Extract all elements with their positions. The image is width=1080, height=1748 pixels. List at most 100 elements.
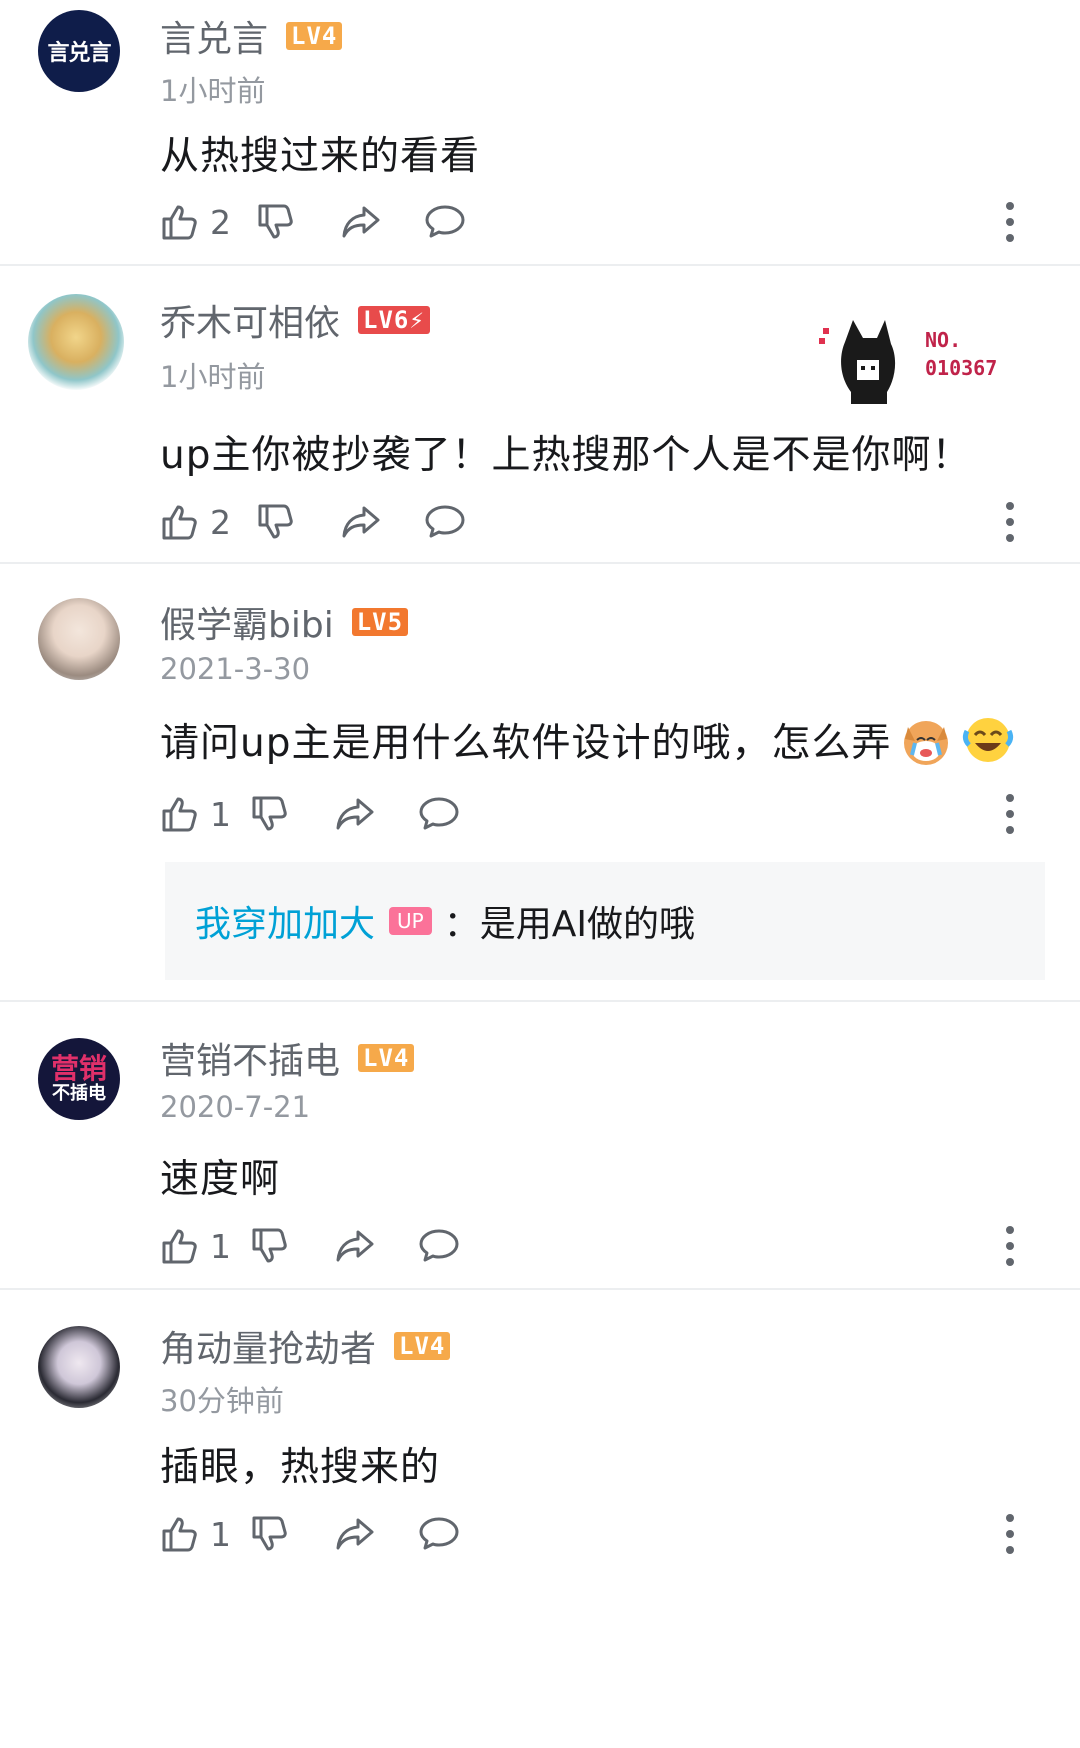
action-bar: 2 <box>160 498 1040 546</box>
more-vertical-icon[interactable] <box>1004 1514 1016 1554</box>
comment-text: 从热搜过来的看看 <box>160 134 481 179</box>
more-vertical-icon[interactable] <box>1004 502 1016 542</box>
comment-time: 1小时前 <box>160 74 266 108</box>
comment-item: 言兑言 言兑言 LV4 1小时前 从热搜过来的看看 2 <box>0 0 1080 266</box>
like-button[interactable]: 1 <box>160 790 231 838</box>
share-icon <box>342 206 380 238</box>
username-row: 假学霸bibi LV5 <box>160 600 409 646</box>
action-bar: 1 <box>160 1222 1040 1270</box>
share-button[interactable] <box>340 198 382 246</box>
username[interactable]: 角动量抢劫者 <box>160 1320 376 1372</box>
share-icon <box>336 1230 374 1262</box>
action-bar: 2 <box>160 198 1040 246</box>
comment-text: 插眼，热搜来的 <box>160 1445 441 1490</box>
avatar[interactable] <box>28 294 124 390</box>
comment-item: 乔木可相依 LV6⚡ 1小时前 up主你被抄袭了！上热搜那个人是不是你啊！ 2 <box>0 266 1080 564</box>
more-vertical-icon[interactable] <box>1004 794 1016 834</box>
comment-text: 请问up主是用什么软件设计的哦，怎么弄 <box>160 712 1015 768</box>
reply-button[interactable] <box>424 498 466 546</box>
avatar[interactable]: 言兑言 <box>38 10 120 92</box>
comment-time: 2020-7-21 <box>160 1090 311 1124</box>
comment-time: 2021-3-30 <box>160 652 311 686</box>
action-bar: 1 <box>160 790 1040 838</box>
like-button[interactable]: 1 <box>160 1510 231 1558</box>
username[interactable]: 言兑言 <box>160 10 268 62</box>
share-button[interactable] <box>334 1222 376 1270</box>
share-button[interactable] <box>334 790 376 838</box>
comment-time: 1小时前 <box>160 360 266 394</box>
cat-girl-icon <box>819 320 896 404</box>
like-count: 1 <box>210 1514 231 1554</box>
comment-text-body: 请问up主是用什么软件设计的哦，怎么弄 <box>160 721 892 766</box>
comment-icon <box>425 205 465 238</box>
reply-preview[interactable]: 我穿加加大 UP ：是用AI做的哦 <box>165 862 1045 980</box>
dislike-button[interactable] <box>250 1222 290 1270</box>
share-icon <box>342 506 380 538</box>
level-badge: LV5 <box>351 608 409 636</box>
reply-username[interactable]: 我穿加加大 <box>195 895 375 947</box>
thumbs-up-icon <box>162 205 197 240</box>
avatar[interactable] <box>38 598 120 680</box>
dislike-button[interactable] <box>256 198 296 246</box>
level-badge: LV4 <box>358 1044 415 1072</box>
more-vertical-icon[interactable] <box>1004 202 1016 242</box>
fan-card: NO. 010367 <box>815 312 1015 408</box>
thumbs-down-icon <box>258 504 293 539</box>
comment-text: 速度啊 <box>160 1157 281 1202</box>
reply-text: ：是用AI做的哦 <box>443 904 695 945</box>
share-icon <box>336 798 374 830</box>
dislike-button[interactable] <box>250 790 290 838</box>
comment-item: 营销 不插电 营销不插电 LV4 2020-7-21 速度啊 1 <box>0 1002 1080 1290</box>
thumbs-up-icon <box>162 797 197 832</box>
avatar-text: 言兑言 <box>47 41 111 66</box>
username-row: 乔木可相依 LV6⚡ <box>160 298 430 344</box>
share-icon <box>336 1518 374 1550</box>
reply-button[interactable] <box>418 1222 460 1270</box>
level-badge: LV6⚡ <box>358 306 430 334</box>
fan-card-number: NO. 010367 <box>925 328 998 380</box>
comment-icon <box>419 1229 459 1262</box>
thumbs-down-icon <box>252 1516 287 1551</box>
avatar[interactable]: 营销 不插电 <box>38 1038 120 1120</box>
comment-time: 30分钟前 <box>160 1384 284 1418</box>
thumbs-up-icon <box>162 1229 197 1264</box>
crying-dog-emoji <box>904 721 949 765</box>
laughing-crying-emoji <box>963 718 1014 762</box>
comment-icon <box>425 505 465 538</box>
comment-item: 假学霸bibi LV5 2021-3-30 请问up主是用什么软件设计的哦，怎么… <box>0 564 1080 1002</box>
comment-icon <box>419 797 459 830</box>
more-vertical-icon[interactable] <box>1004 1226 1016 1266</box>
thumbs-up-icon <box>162 1517 197 1552</box>
username[interactable]: 营销不插电 <box>160 1032 340 1084</box>
like-count: 1 <box>210 1226 231 1266</box>
avatar-text-top: 营销 <box>50 1052 107 1085</box>
username-row: 角动量抢劫者 LV4 <box>160 1324 451 1370</box>
avatar[interactable] <box>38 1326 120 1408</box>
dislike-button[interactable] <box>250 1510 290 1558</box>
dislike-button[interactable] <box>256 498 296 546</box>
like-button[interactable]: 1 <box>160 1222 231 1270</box>
like-count: 2 <box>210 202 231 242</box>
username-row: 营销不插电 LV4 <box>160 1036 415 1082</box>
comment-icon <box>419 1517 459 1550</box>
like-button[interactable]: 2 <box>160 198 231 246</box>
up-badge: UP <box>389 907 432 935</box>
like-button[interactable]: 2 <box>160 498 231 546</box>
thumbs-down-icon <box>252 796 287 831</box>
avatar-text-bottom: 不插电 <box>52 1083 106 1104</box>
thumbs-up-icon <box>162 505 197 540</box>
thumbs-down-icon <box>258 204 293 239</box>
reply-button[interactable] <box>424 198 466 246</box>
reply-button[interactable] <box>418 1510 460 1558</box>
like-count: 2 <box>210 502 231 542</box>
share-button[interactable] <box>334 1510 376 1558</box>
username[interactable]: 假学霸bibi <box>160 596 334 648</box>
username-row: 言兑言 LV4 <box>160 14 343 60</box>
username[interactable]: 乔木可相依 <box>160 294 340 346</box>
level-badge: LV4 <box>286 22 343 50</box>
like-count: 1 <box>210 794 231 834</box>
reply-button[interactable] <box>418 790 460 838</box>
action-bar: 1 <box>160 1510 1040 1558</box>
share-button[interactable] <box>340 498 382 546</box>
comment-item: 角动量抢劫者 LV4 30分钟前 插眼，热搜来的 1 <box>0 1290 1080 1748</box>
